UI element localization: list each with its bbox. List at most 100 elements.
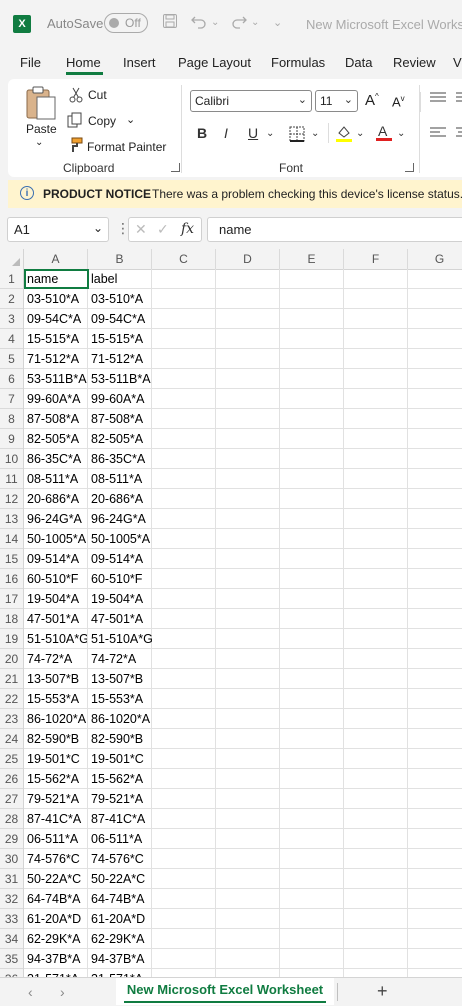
- row-header[interactable]: 27: [0, 789, 24, 809]
- format-painter-button[interactable]: Format Painter: [87, 140, 166, 154]
- tab-insert[interactable]: Insert: [123, 55, 156, 70]
- cell-f[interactable]: [344, 469, 408, 489]
- cell-c[interactable]: [152, 269, 216, 289]
- cell-g[interactable]: [408, 969, 462, 977]
- cell-a[interactable]: 51-510A*G: [24, 629, 88, 649]
- cell-g[interactable]: [408, 689, 462, 709]
- row-header[interactable]: 33: [0, 909, 24, 929]
- cell-f[interactable]: [344, 849, 408, 869]
- cell-c[interactable]: [152, 629, 216, 649]
- cell-e[interactable]: [280, 269, 344, 289]
- cell-d[interactable]: [216, 369, 280, 389]
- cell-g[interactable]: [408, 589, 462, 609]
- cell-a[interactable]: 86-35C*A: [24, 449, 88, 469]
- cell-a[interactable]: 19-501*C: [24, 749, 88, 769]
- row-header[interactable]: 5: [0, 349, 24, 369]
- cell-d[interactable]: [216, 649, 280, 669]
- cell-d[interactable]: [216, 829, 280, 849]
- column-header-g[interactable]: G: [408, 249, 462, 269]
- cell-a[interactable]: 87-41C*A: [24, 809, 88, 829]
- cell-e[interactable]: [280, 349, 344, 369]
- cell-e[interactable]: [280, 749, 344, 769]
- row-header[interactable]: 35: [0, 949, 24, 969]
- cell-b[interactable]: 09-514*A: [88, 549, 152, 569]
- cell-b[interactable]: 19-504*A: [88, 589, 152, 609]
- cell-f[interactable]: [344, 909, 408, 929]
- cell-e[interactable]: [280, 709, 344, 729]
- cell-e[interactable]: [280, 609, 344, 629]
- row-header[interactable]: 15: [0, 549, 24, 569]
- cell-d[interactable]: [216, 529, 280, 549]
- row-header[interactable]: 13: [0, 509, 24, 529]
- cell-c[interactable]: [152, 849, 216, 869]
- font-dialog-launcher-icon[interactable]: [405, 163, 414, 172]
- cell-c[interactable]: [152, 329, 216, 349]
- cell-b[interactable]: 13-507*B: [88, 669, 152, 689]
- cell-e[interactable]: [280, 569, 344, 589]
- cell-f[interactable]: [344, 749, 408, 769]
- cell-d[interactable]: [216, 489, 280, 509]
- cell-d[interactable]: [216, 689, 280, 709]
- cell-g[interactable]: [408, 809, 462, 829]
- cell-f[interactable]: [344, 829, 408, 849]
- cell-b[interactable]: 64-74B*A: [88, 889, 152, 909]
- cell-f[interactable]: [344, 569, 408, 589]
- cell-b[interactable]: 71-512*A: [88, 349, 152, 369]
- cell-b[interactable]: 53-511B*A: [88, 369, 152, 389]
- cell-d[interactable]: [216, 449, 280, 469]
- cell-f[interactable]: [344, 889, 408, 909]
- sheet-tab-active[interactable]: New Microsoft Excel Worksheet: [116, 978, 334, 1005]
- cell-e[interactable]: [280, 629, 344, 649]
- cell-c[interactable]: [152, 309, 216, 329]
- cell-b[interactable]: 51-510A*G: [88, 629, 153, 649]
- cell-f[interactable]: [344, 769, 408, 789]
- font-family-select[interactable]: Calibri ⌄: [190, 90, 312, 112]
- paste-button[interactable]: [24, 85, 58, 124]
- cell-b[interactable]: 15-562*A: [88, 769, 152, 789]
- cell-a[interactable]: 13-507*B: [24, 669, 88, 689]
- cell-d[interactable]: [216, 849, 280, 869]
- row-header[interactable]: 11: [0, 469, 24, 489]
- bold-button[interactable]: B: [197, 125, 207, 141]
- cell-f[interactable]: [344, 309, 408, 329]
- row-header[interactable]: 3: [0, 309, 24, 329]
- cell-g[interactable]: [408, 469, 462, 489]
- cell-f[interactable]: [344, 509, 408, 529]
- cell-f[interactable]: [344, 649, 408, 669]
- cell-f[interactable]: [344, 269, 408, 289]
- cell-c[interactable]: [152, 409, 216, 429]
- cell-d[interactable]: [216, 729, 280, 749]
- cell-c[interactable]: [152, 489, 216, 509]
- cell-a[interactable]: 74-576*C: [24, 849, 88, 869]
- cell-b[interactable]: 31-571*A: [88, 969, 152, 977]
- cell-b[interactable]: 87-41C*A: [88, 809, 152, 829]
- clipboard-dialog-launcher-icon[interactable]: [171, 163, 180, 172]
- cell-d[interactable]: [216, 569, 280, 589]
- save-icon[interactable]: [162, 13, 178, 34]
- cell-a[interactable]: 09-514*A: [24, 549, 88, 569]
- cell-e[interactable]: [280, 929, 344, 949]
- column-header-c[interactable]: C: [152, 249, 216, 269]
- cell-e[interactable]: [280, 589, 344, 609]
- cell-c[interactable]: [152, 469, 216, 489]
- cell-f[interactable]: [344, 429, 408, 449]
- copy-button[interactable]: Copy: [88, 114, 116, 128]
- cell-b[interactable]: 79-521*A: [88, 789, 152, 809]
- cell-b[interactable]: 50-22A*C: [88, 869, 152, 889]
- cell-a[interactable]: 79-521*A: [24, 789, 88, 809]
- cell-e[interactable]: [280, 549, 344, 569]
- cell-a[interactable]: 53-511B*A: [24, 369, 88, 389]
- cell-b[interactable]: label: [88, 269, 152, 289]
- align-left-icon[interactable]: [430, 127, 446, 142]
- cell-c[interactable]: [152, 949, 216, 969]
- cell-d[interactable]: [216, 949, 280, 969]
- cell-g[interactable]: [408, 289, 462, 309]
- cell-c[interactable]: [152, 369, 216, 389]
- cell-f[interactable]: [344, 389, 408, 409]
- cell-g[interactable]: [408, 309, 462, 329]
- cell-e[interactable]: [280, 409, 344, 429]
- cell-e[interactable]: [280, 529, 344, 549]
- row-header[interactable]: 6: [0, 369, 24, 389]
- undo-dropdown-icon[interactable]: ⌄: [211, 17, 219, 28]
- cell-d[interactable]: [216, 409, 280, 429]
